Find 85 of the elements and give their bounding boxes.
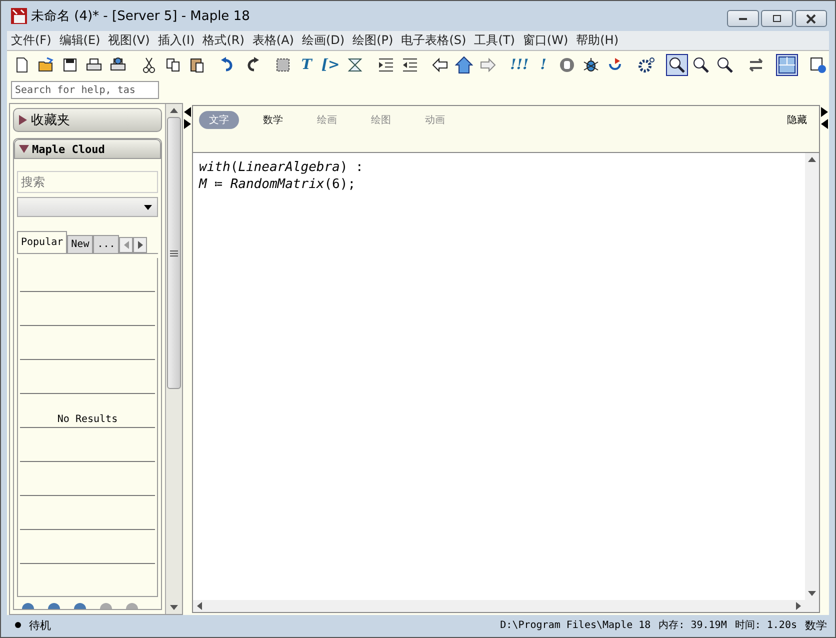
menu-item[interactable]: 电子表格(S)	[401, 32, 466, 49]
right-arrow-icon	[138, 241, 143, 249]
zoom-button[interactable]	[666, 54, 688, 76]
toolbar-button[interactable]: !	[532, 54, 554, 76]
right-arrow-icon	[796, 602, 801, 610]
cloud-tab[interactable]: New	[67, 235, 94, 253]
status-dot	[15, 622, 21, 628]
menu-item[interactable]: 工具(T)	[474, 32, 515, 49]
up-arrow-icon	[170, 108, 178, 113]
save-icon	[60, 56, 79, 74]
menu-item[interactable]: 帮助(H)	[576, 32, 619, 49]
minimize-button[interactable]	[727, 10, 759, 27]
menu-item[interactable]: 绘图(P)	[352, 32, 394, 49]
expander-icon	[18, 115, 28, 125]
swap-icon	[747, 56, 766, 74]
context-tab[interactable]: 数学	[253, 111, 293, 129]
path-text: D:\Program Files\Maple 18	[500, 620, 651, 630]
down-arrow-icon	[808, 591, 816, 596]
cloud-palette-header[interactable]: Maple Cloud	[14, 139, 161, 159]
memory-text: 内存: 39.19M	[658, 618, 727, 632]
left-arrow-icon	[431, 56, 450, 74]
copy-icon	[164, 56, 182, 74]
help-search-field[interactable]: Search for help, tas	[11, 81, 159, 99]
window-title: 未命名 (4)* - [Server 5] - Maple 18	[31, 8, 250, 25]
close-button[interactable]	[795, 10, 827, 27]
left-arrow-icon	[124, 241, 129, 249]
palette-button[interactable]	[776, 54, 798, 76]
cloud-action-icon[interactable]	[73, 601, 87, 609]
splitter-arrows-icon[interactable]	[184, 107, 191, 129]
palette-scrollbar[interactable]	[165, 104, 182, 614]
cloud-action-icon[interactable]	[21, 601, 35, 609]
outdent-icon	[400, 56, 419, 74]
mode-text: 数学	[805, 618, 827, 632]
grip-icon	[170, 250, 178, 256]
down-arrow-icon	[170, 605, 178, 610]
app-icon	[11, 8, 27, 24]
maximize-button[interactable]	[761, 10, 793, 27]
right-arrow-icon	[479, 56, 498, 74]
scrollbar-thumb[interactable]	[167, 117, 181, 389]
close-icon	[805, 14, 817, 24]
menu-item[interactable]: 文件(F)	[11, 32, 52, 49]
magnifier-icon	[668, 56, 686, 74]
magnifier-icon	[692, 56, 710, 74]
folder-icon	[36, 56, 55, 74]
time-text: 时间: 1.20s	[734, 618, 797, 632]
empty-message: No Results	[57, 414, 118, 425]
indent-icon	[376, 56, 395, 74]
splitter-arrows-icon[interactable]	[821, 107, 828, 129]
left-arrow-icon	[197, 602, 202, 610]
menu-item[interactable]: 绘画(D)	[302, 32, 345, 49]
expander-icon	[19, 144, 29, 154]
magnifier-icon	[716, 56, 734, 74]
maximize-icon	[771, 14, 783, 24]
home-button[interactable]	[453, 54, 476, 76]
toolbar-button[interactable]: T	[296, 54, 318, 76]
menu-item[interactable]: 编辑(E)	[59, 32, 100, 49]
hand-icon	[558, 56, 576, 74]
horizontal-scrollbar[interactable]	[193, 600, 805, 612]
cloud-tab[interactable]: Popular	[17, 231, 68, 253]
toolbar-button[interactable]: [>	[320, 54, 342, 76]
document-scrollbar[interactable]	[805, 153, 819, 612]
scroll-right-button[interactable]	[133, 237, 148, 253]
home-icon	[455, 56, 474, 74]
hide-button[interactable]: 隐藏	[787, 113, 807, 127]
caret-icon	[144, 204, 152, 210]
hourglass-icon	[346, 56, 364, 74]
block-icon	[274, 56, 292, 74]
toolbar-button[interactable]: !!!	[508, 54, 530, 76]
cloud-tab[interactable]: ...	[93, 235, 120, 253]
bug-icon	[582, 56, 600, 74]
minimize-icon	[739, 18, 747, 20]
menu-item[interactable]: 表格(A)	[252, 32, 294, 49]
menu-item[interactable]: 窗口(W)	[522, 32, 568, 49]
favorites-palette-header[interactable]: 收藏夹	[13, 108, 162, 132]
grid-icon	[778, 56, 796, 74]
up-arrow-icon	[808, 157, 816, 162]
cloud-search-field[interactable]: 搜索	[17, 171, 158, 193]
clipboard-icon	[188, 56, 206, 74]
menu-item[interactable]: 插入(I)	[158, 32, 195, 49]
cloud-action-icon[interactable]	[47, 601, 61, 609]
status-text: 待机	[29, 618, 51, 632]
math-input-line[interactable]: with(LinearAlgebra) :	[199, 159, 799, 176]
menu-item[interactable]: 格式(R)	[202, 32, 244, 49]
math-input-line[interactable]: M ≔ RandomMatrix(6);	[199, 176, 799, 193]
menu-item[interactable]: 视图(V)	[108, 32, 150, 49]
